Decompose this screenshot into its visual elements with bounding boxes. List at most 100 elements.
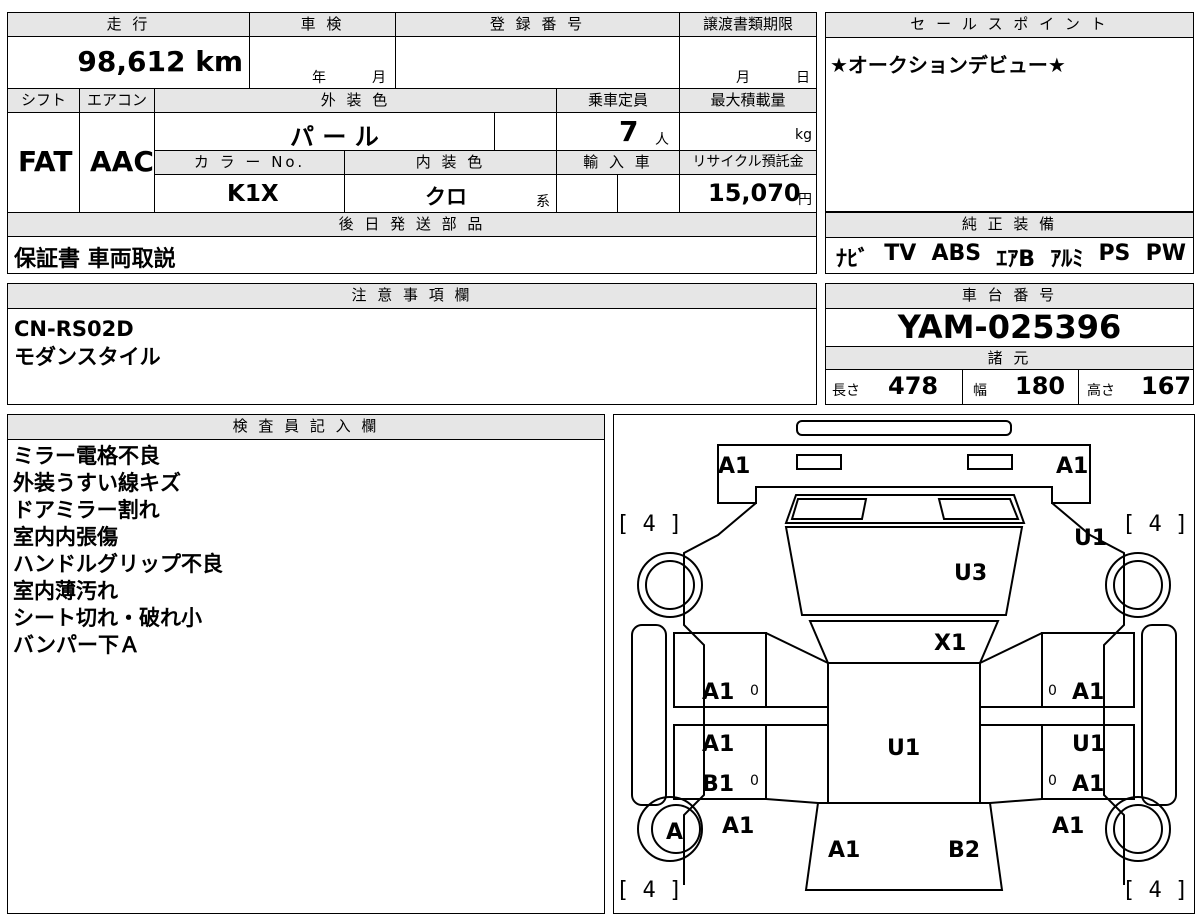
- equipment-panel: 純 正 装 備 ﾅﾋﾞ TV ABS ｴｱB ｱﾙﾐ PS PW: [825, 212, 1194, 274]
- capacity-value: 7: [619, 115, 639, 148]
- interior-color-cell: クロ 系: [345, 175, 557, 213]
- equipment-alloy: ｱﾙﾐ: [1050, 247, 1084, 272]
- left-side-sill: [631, 624, 667, 806]
- parts-later-header: 後 日 発 送 部 品: [8, 213, 817, 237]
- registration-cell: [396, 37, 680, 89]
- tire-rear-right: [ 4 ]: [1122, 512, 1188, 537]
- height-cell: 高さ 167: [1079, 370, 1193, 404]
- chassis-panel: 車 台 番 号 YAM-025396 諸 元 長さ 478 幅 180 高さ 1…: [825, 283, 1194, 405]
- mark-front-bumper-left: A1: [828, 838, 860, 863]
- inspector-line: 外装うすい線キズ: [13, 471, 181, 495]
- flag-left-front: 0: [750, 773, 759, 789]
- registration-header: 登 録 番 号: [396, 13, 680, 37]
- inspection-header: 車 検: [250, 13, 396, 37]
- transfer-month-label: 月: [736, 70, 750, 86]
- rear-left-wheel-inner: [645, 560, 695, 610]
- equipment-header: 純 正 装 備: [826, 213, 1193, 238]
- mark-rear-right-quarter: U1: [1074, 526, 1107, 551]
- rear-lamp-left: [796, 454, 842, 470]
- capacity-cell: 7 人: [557, 113, 680, 151]
- import-header: 輸 入 車: [557, 151, 680, 175]
- inspector-line: バンパー下Ａ: [13, 633, 141, 657]
- tire-rear-left: [ 4 ]: [616, 512, 682, 537]
- mark-front-right-fender: A1: [1052, 814, 1084, 839]
- mark-hood: U1: [887, 736, 920, 761]
- interior-color-header: 内 装 色: [345, 151, 557, 175]
- shift-cell: FAT: [8, 113, 80, 213]
- damage-diagram-panel: A1 A1 U1 U3 X1 A1 A1 A1 U1 U1 B1 A1 A A1…: [613, 414, 1195, 914]
- color-no-header: カ ラ ー No.: [155, 151, 345, 175]
- inspector-line: 室内内張傷: [13, 525, 118, 549]
- capacity-unit: 人: [655, 132, 669, 148]
- rear-window-inner-2: [790, 498, 868, 520]
- spec-header: 諸 元: [826, 346, 1193, 370]
- recycle-deposit-cell: 15,070 円: [680, 175, 817, 213]
- capacity-header: 乗車定員: [557, 89, 680, 113]
- transfer-deadline-header: 譲渡書類期限: [680, 13, 817, 37]
- exterior-extra-cell: [495, 113, 557, 151]
- parts-later-value: 保証書 車両取説: [14, 247, 176, 272]
- color-no-value: K1X: [227, 181, 279, 207]
- ac-value: AAC: [90, 145, 154, 178]
- front-right-wheel: [1105, 796, 1171, 862]
- flag-right-front: 0: [1048, 773, 1057, 789]
- width-label: 幅: [973, 383, 987, 399]
- inspector-panel: 検 査 員 記 入 欄 ミラー電格不良 外装うすい線キズ ドアミラー割れ 室内内…: [7, 414, 605, 914]
- mark-right-front-door-lower: A1: [1072, 772, 1104, 797]
- rear-lamp-right: [967, 454, 1013, 470]
- transfer-cell: 月 日: [680, 37, 817, 89]
- chassis-header: 車 台 番 号: [826, 284, 1193, 309]
- exterior-color-value: パ ー ル: [290, 123, 379, 151]
- right-side-sill: [1141, 624, 1177, 806]
- chassis-number: YAM-025396: [897, 308, 1122, 346]
- inspection-cell: 年 月: [250, 37, 396, 89]
- mark-right-rear-door: A1: [1072, 680, 1104, 705]
- vehicle-info-grid: 走 行 車 検 登 録 番 号 譲渡書類期限 98,612 km 年 月 月 日…: [7, 12, 817, 274]
- height-label: 高さ: [1087, 383, 1115, 399]
- shift-value: FAT: [18, 145, 73, 178]
- mark-rear-right-panel: A1: [1056, 454, 1088, 479]
- sales-point-panel: セ ー ル ス ポ イ ン ト ★オークションデビュー★: [825, 12, 1194, 212]
- sales-point-text: ★オークションデビュー★: [830, 53, 1066, 77]
- notes-header: 注 意 事 項 欄: [8, 284, 816, 309]
- import-cell-a: [557, 175, 618, 213]
- inspector-line: 室内薄汚れ: [13, 579, 118, 603]
- tire-front-right: [ 4 ]: [1122, 878, 1188, 903]
- mark-right-front-door-upper: U1: [1072, 732, 1105, 757]
- color-no-cell: K1X: [155, 175, 345, 213]
- mark-windshield: X1: [934, 631, 966, 656]
- equipment-pw: PW: [1145, 241, 1186, 266]
- inspector-lines: ミラー電格不良 外装うすい線キズ ドアミラー割れ 室内内張傷 ハンドルグリップ不…: [13, 443, 223, 659]
- inspector-header: 検 査 員 記 入 欄: [8, 415, 604, 440]
- inspector-line: シート切れ・破れ小: [13, 606, 202, 630]
- notes-line-2: モダンスタイル: [14, 345, 161, 369]
- equipment-ps: PS: [1098, 241, 1131, 266]
- equipment-abs: ABS: [931, 241, 982, 266]
- length-label: 長さ: [832, 383, 860, 399]
- mark-left-front-door-lower: B1: [702, 772, 734, 797]
- inspector-line: ミラー電格不良: [13, 444, 160, 468]
- exterior-color-cell: パ ー ル: [155, 113, 495, 151]
- sales-point-header: セ ー ル ス ポ イ ン ト: [826, 13, 1193, 38]
- recycle-deposit-value: 15,070: [708, 179, 801, 207]
- mark-roof: U3: [954, 561, 987, 586]
- max-load-cell: kg: [680, 113, 817, 151]
- mark-left-front-door-upper: A1: [702, 732, 734, 757]
- width-cell: 幅 180: [963, 370, 1079, 404]
- mark-left-rear-door: A1: [702, 680, 734, 705]
- notes-line-1: CN-RS02D: [14, 317, 134, 341]
- interior-color-value: クロ: [425, 185, 467, 209]
- exterior-color-header: 外 装 色: [155, 89, 557, 113]
- mileage-cell: 98,612 km: [8, 37, 250, 89]
- width-value: 180: [1015, 372, 1066, 400]
- flag-left-rear: 0: [750, 683, 759, 699]
- inspector-line: ハンドルグリップ不良: [13, 552, 223, 576]
- rear-window-inner: [937, 498, 1020, 520]
- rear-left-wheel: [637, 552, 703, 618]
- notes-panel: 注 意 事 項 欄 CN-RS02D モダンスタイル: [7, 283, 817, 405]
- max-load-header: 最大積載量: [680, 89, 817, 113]
- inspection-year-label: 年: [312, 70, 326, 86]
- shift-header: シフト: [8, 89, 80, 113]
- recycle-deposit-header: リサイクル預託金: [680, 151, 817, 175]
- equipment-navi: ﾅﾋﾞ: [836, 247, 870, 272]
